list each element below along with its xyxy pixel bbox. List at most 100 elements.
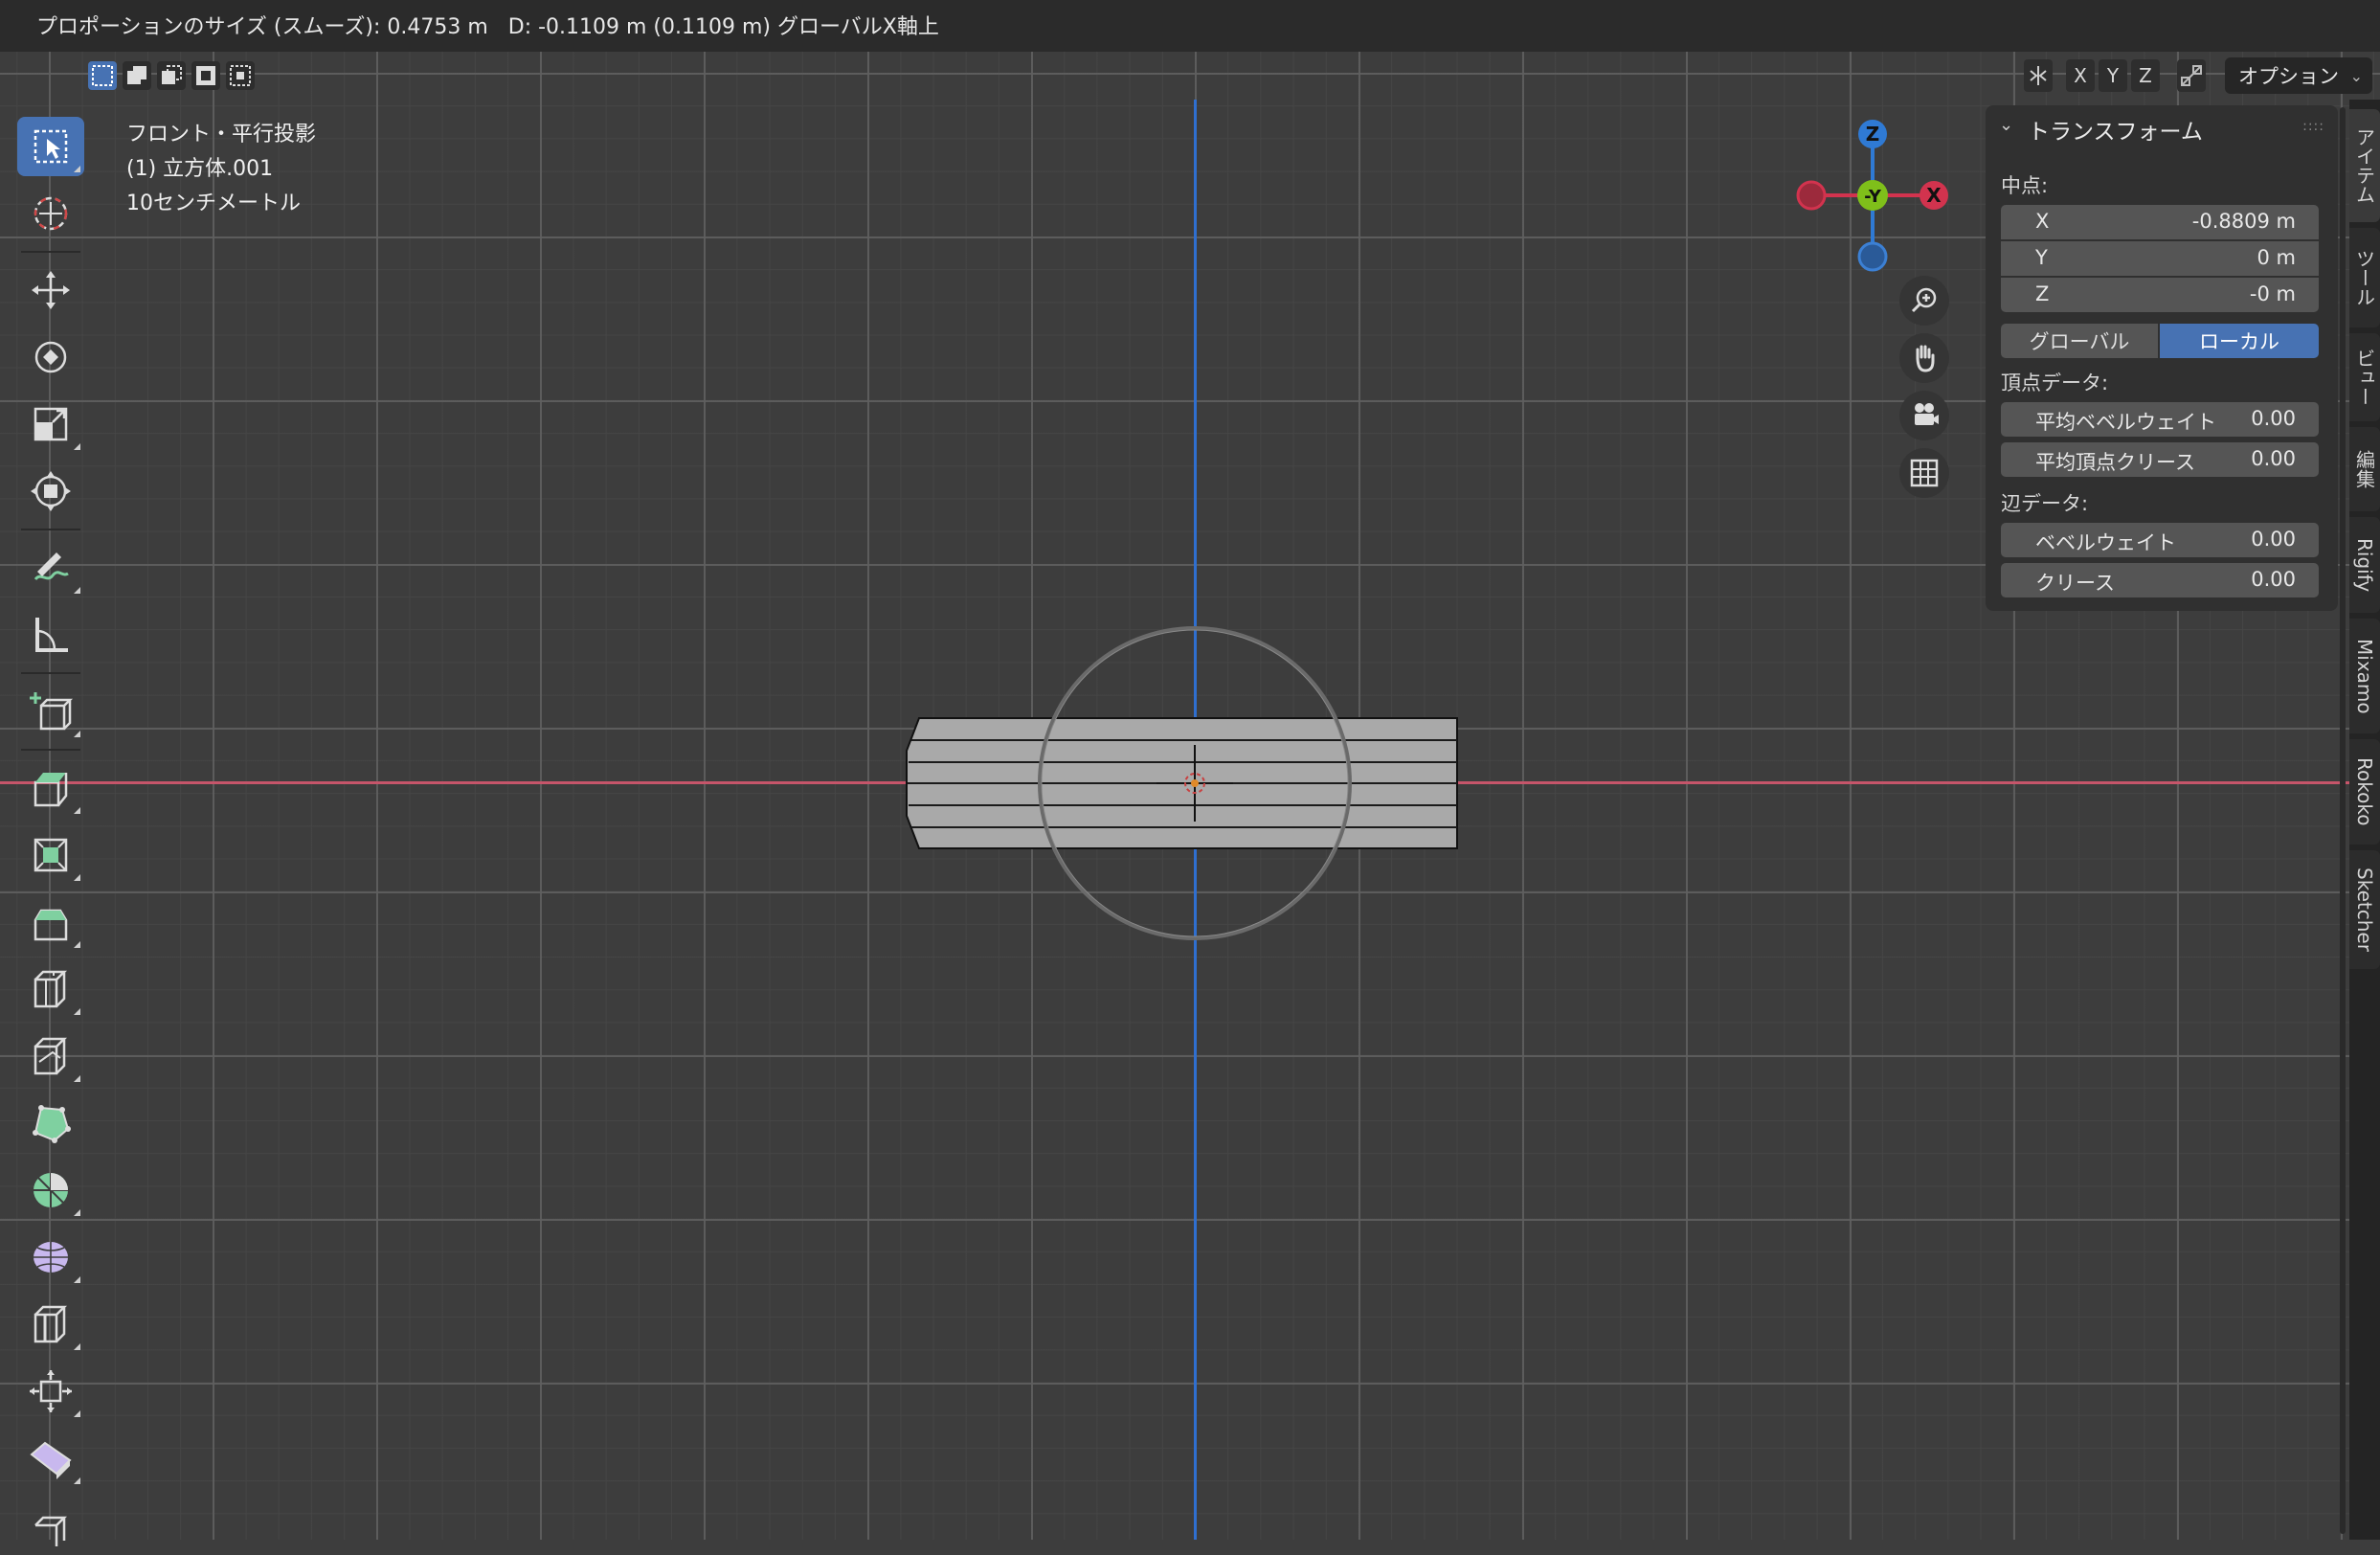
- sidebar-tabs: アイテム ツール ビュー 編集 Rigify Mixamo Rokoko Ske…: [2349, 100, 2380, 1540]
- panel-scrollbar[interactable]: [2340, 107, 2346, 1534]
- select-mode-extend-button[interactable]: [123, 61, 151, 90]
- pan-button[interactable]: [1899, 333, 1949, 383]
- measure-tool[interactable]: [17, 605, 84, 665]
- inset-icon: [34, 838, 68, 872]
- field-label: Y: [2035, 246, 2048, 269]
- local-toggle[interactable]: ローカル: [2160, 324, 2319, 358]
- options-dropdown[interactable]: オプション ⌄: [2225, 57, 2372, 94]
- mirror-z-button[interactable]: Z: [2131, 59, 2160, 92]
- toolbar-separator: [21, 529, 80, 530]
- median-x-field[interactable]: X -0.8809 m: [2001, 205, 2319, 239]
- vertex-bevel-weight-field[interactable]: 平均ベベルウェイト 0.00: [2001, 402, 2319, 437]
- bevel-icon: [34, 909, 68, 941]
- ortho-toggle-button[interactable]: [1899, 448, 1949, 498]
- rip-icon: [34, 1516, 68, 1546]
- tab-sketcher[interactable]: Sketcher: [2349, 850, 2380, 969]
- options-label: オプション: [2238, 65, 2339, 88]
- drag-handle-icon[interactable]: ::::: [2302, 119, 2324, 134]
- navigation-gizmo[interactable]: Z X -Y: [1790, 115, 1953, 278]
- edge-crease-field[interactable]: クリース 0.00: [2001, 563, 2319, 597]
- select-mode-invert-button[interactable]: [191, 61, 220, 90]
- chevron-down-icon[interactable]: ⌄: [1999, 115, 2013, 135]
- vertex-data-label: 頂点データ:: [2001, 372, 2109, 394]
- select-box-tool[interactable]: [17, 117, 84, 176]
- field-value: 0.00: [2251, 568, 2296, 591]
- median-z-field[interactable]: Z -0 m: [2001, 278, 2319, 312]
- mirror-x-button[interactable]: X: [2066, 59, 2095, 92]
- spin-icon: [34, 1173, 68, 1207]
- move-tool[interactable]: [17, 260, 84, 320]
- knife-tool[interactable]: [17, 1026, 84, 1086]
- scale-icon: [34, 407, 68, 441]
- smooth-tool[interactable]: [17, 1228, 84, 1287]
- tab-tool[interactable]: ツール: [2349, 228, 2380, 327]
- field-label: 平均ベベルウェイト: [2035, 411, 2216, 434]
- annotate-icon: [34, 552, 69, 581]
- field-label: クリース: [2035, 572, 2115, 595]
- tab-edit[interactable]: 編集: [2349, 427, 2380, 511]
- select-mode-set-button[interactable]: [88, 61, 117, 90]
- transform-icon: [31, 471, 71, 511]
- tab-item[interactable]: アイテム: [2349, 109, 2380, 222]
- extrude-tool[interactable]: [17, 758, 84, 818]
- tab-view[interactable]: ビュー: [2349, 333, 2380, 421]
- select-mode-subtract-button[interactable]: [157, 61, 186, 90]
- shrink-fatten-tool[interactable]: [17, 1362, 84, 1421]
- shrink-fatten-icon: [30, 1370, 72, 1412]
- chevron-down-icon: ⌄: [2349, 66, 2363, 85]
- toolbar-separator: [21, 749, 80, 751]
- inset-tool[interactable]: [17, 825, 84, 885]
- loop-cut-tool[interactable]: [17, 959, 84, 1019]
- poly-build-tool[interactable]: [17, 1093, 84, 1153]
- extrude-icon: [34, 773, 68, 807]
- tab-rigify[interactable]: Rigify: [2349, 517, 2380, 613]
- edge-slide-icon: [34, 1305, 68, 1343]
- select-extend-icon: [127, 66, 146, 84]
- field-label: ベベルウェイト: [2035, 531, 2176, 554]
- tab-mixamo[interactable]: Mixamo: [2349, 619, 2380, 733]
- knife-icon: [34, 1037, 68, 1075]
- tool-shelf: [13, 115, 92, 1546]
- mirror-y-button[interactable]: Y: [2099, 59, 2127, 92]
- cursor-icon: [34, 196, 68, 231]
- median-y-field[interactable]: Y 0 m: [2001, 241, 2319, 276]
- hand-icon: [1916, 345, 1935, 372]
- camera-view-button[interactable]: [1899, 391, 1949, 440]
- gizmo-neg-x: [1796, 180, 1827, 211]
- global-toggle[interactable]: グローバル: [2001, 324, 2158, 358]
- transform-tool[interactable]: [17, 462, 84, 521]
- annotate-tool[interactable]: [17, 538, 84, 597]
- select-invert-icon: [196, 66, 215, 85]
- gizmo-z-label: Z: [1866, 123, 1880, 146]
- vertex-crease-field[interactable]: 平均頂点クリース 0.00: [2001, 442, 2319, 477]
- zoom-button[interactable]: [1899, 276, 1949, 326]
- edge-slide-tool[interactable]: [17, 1295, 84, 1354]
- add-cube-icon: [30, 692, 74, 731]
- measure-icon: [35, 618, 68, 652]
- tab-rokoko[interactable]: Rokoko: [2349, 739, 2380, 845]
- field-label: 平均頂点クリース: [2035, 451, 2195, 474]
- shear-icon: [30, 1441, 72, 1479]
- spin-tool[interactable]: [17, 1161, 84, 1220]
- bevel-tool[interactable]: [17, 892, 84, 952]
- rip-tool[interactable]: [17, 1496, 84, 1555]
- smooth-icon: [34, 1242, 68, 1273]
- field-value: 0.00: [2251, 447, 2296, 470]
- panel-title[interactable]: トランスフォーム: [2028, 113, 2203, 146]
- edge-bevel-weight-field[interactable]: ベベルウェイト 0.00: [2001, 523, 2319, 557]
- transform-panel: ⌄ トランスフォーム :::: 中点: X -0.8809 m Y 0 m Z …: [1986, 105, 2338, 611]
- scale-tool[interactable]: [17, 394, 84, 454]
- move-icon: [32, 271, 70, 309]
- field-label: Z: [2035, 282, 2050, 305]
- select-mode-intersect-button[interactable]: [226, 61, 255, 90]
- rotate-tool[interactable]: [17, 327, 84, 387]
- shear-tool[interactable]: [17, 1429, 84, 1488]
- median-label: 中点:: [2001, 174, 2049, 197]
- mirror-axis-icon[interactable]: [2024, 59, 2053, 92]
- field-value: -0.8809 m: [2191, 210, 2296, 233]
- field-value: 0.00: [2251, 407, 2296, 430]
- add-cube-tool[interactable]: [17, 682, 84, 741]
- topology-mirror-icon[interactable]: [2177, 59, 2206, 92]
- view-name: フロント・平行投影: [126, 123, 317, 146]
- cursor-tool[interactable]: [17, 184, 84, 243]
